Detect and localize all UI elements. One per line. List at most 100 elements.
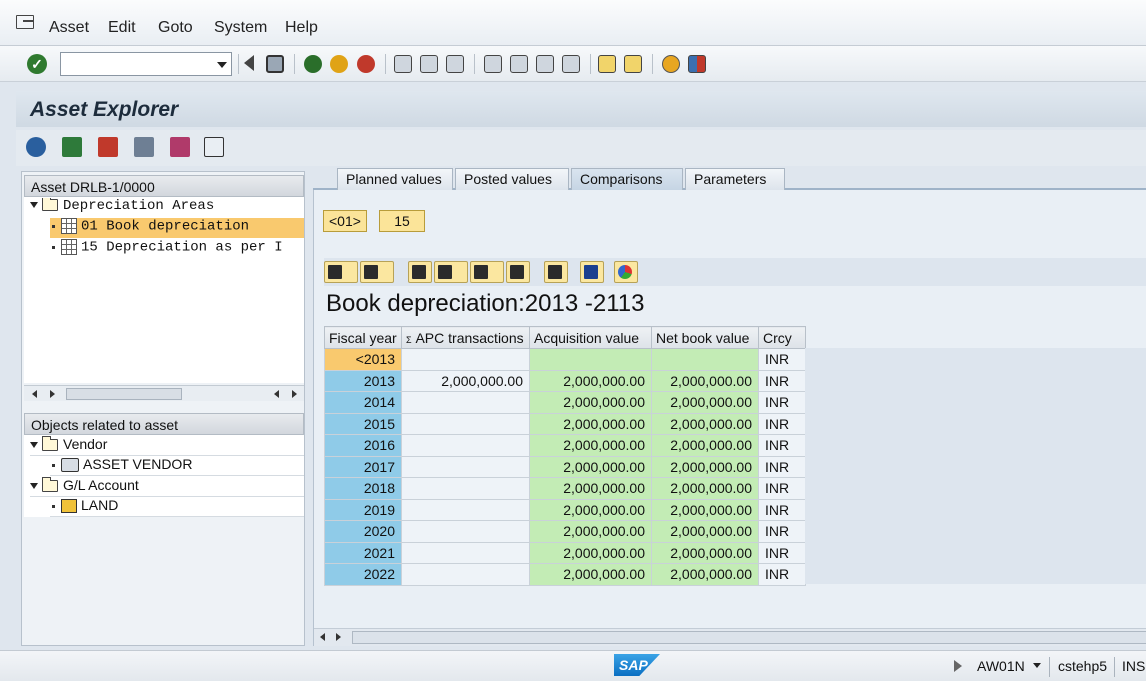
subtotal-button[interactable] <box>360 261 394 283</box>
area-button-01[interactable]: <01> <box>323 210 367 232</box>
cell-acquisition-value[interactable] <box>529 348 652 371</box>
tree-node-land[interactable]: LAND <box>50 497 304 517</box>
cell-acquisition-value[interactable]: 2,000,000.00 <box>529 391 652 414</box>
create-session-icon[interactable] <box>598 55 616 73</box>
cell-currency[interactable]: INR <box>758 541 806 564</box>
cell-net-book-value[interactable] <box>651 348 759 371</box>
table-row[interactable]: 2016 2,000,000.00 2,000,000.00 INR <box>324 434 806 457</box>
tree-node-book-depreciation[interactable]: 01 Book depreciation <box>50 218 304 238</box>
table-row[interactable]: 2020 2,000,000.00 2,000,000.00 INR <box>324 520 806 543</box>
cell-acquisition-value[interactable]: 2,000,000.00 <box>529 563 652 586</box>
save-icon[interactable] <box>266 55 284 73</box>
expand-icon[interactable] <box>30 202 38 209</box>
tree-node-gl-account[interactable]: G/L Account <box>30 477 304 497</box>
cell-apc-transactions[interactable] <box>401 477 530 500</box>
cell-apc-transactions[interactable] <box>401 563 530 586</box>
find-icon[interactable] <box>420 55 438 73</box>
table-row[interactable]: 2017 2,000,000.00 2,000,000.00 INR <box>324 455 806 478</box>
cell-acquisition-value[interactable]: 2,000,000.00 <box>529 498 652 521</box>
table-row[interactable]: 2014 2,000,000.00 2,000,000.00 INR <box>324 391 806 414</box>
menu-edit[interactable]: Edit <box>108 19 136 37</box>
cell-currency[interactable]: INR <box>758 369 806 392</box>
cell-fiscal-year[interactable]: 2014 <box>324 391 402 414</box>
status-expand-icon[interactable] <box>954 660 962 672</box>
help-icon[interactable] <box>662 55 680 73</box>
cancel-icon[interactable] <box>357 55 375 73</box>
table-row[interactable]: 2015 2,000,000.00 2,000,000.00 INR <box>324 412 806 435</box>
first-page-icon[interactable] <box>484 55 502 73</box>
column-apc-transactions[interactable]: Σ APC transactions <box>401 326 530 349</box>
layout-icon[interactable] <box>688 55 706 73</box>
refresh-icon[interactable] <box>26 137 46 157</box>
cell-fiscal-year[interactable]: 2020 <box>324 520 402 543</box>
scroll-left-icon[interactable] <box>32 390 37 398</box>
chevron-down-icon[interactable] <box>217 62 227 68</box>
enter-icon[interactable]: ✓ <box>27 54 47 74</box>
cell-apc-transactions[interactable] <box>401 455 530 478</box>
cell-net-book-value[interactable]: 2,000,000.00 <box>651 369 759 392</box>
scroll-right-icon[interactable] <box>292 390 297 398</box>
pie-chart-button[interactable] <box>614 261 638 283</box>
cell-fiscal-year[interactable]: 2016 <box>324 434 402 457</box>
menu-system[interactable]: System <box>214 19 267 37</box>
column-fiscal-year[interactable]: Fiscal year <box>324 326 402 349</box>
cell-net-book-value[interactable]: 2,000,000.00 <box>651 498 759 521</box>
cell-currency[interactable]: INR <box>758 434 806 457</box>
cell-fiscal-year[interactable]: 2021 <box>324 541 402 564</box>
scroll-thumb[interactable] <box>352 631 1146 644</box>
scroll-right-icon[interactable] <box>50 390 55 398</box>
cell-acquisition-value[interactable]: 2,000,000.00 <box>529 541 652 564</box>
info-button[interactable] <box>580 261 604 283</box>
tree-node-vendor[interactable]: Vendor <box>30 436 304 456</box>
cell-apc-transactions[interactable] <box>401 541 530 564</box>
calculation-icon[interactable] <box>98 137 118 157</box>
table-row[interactable]: 2021 2,000,000.00 2,000,000.00 INR <box>324 541 806 564</box>
sum-button[interactable] <box>324 261 358 283</box>
tab-planned-values[interactable]: Planned values <box>337 168 453 190</box>
cell-apc-transactions[interactable] <box>401 498 530 521</box>
scroll-left-icon[interactable] <box>320 633 325 641</box>
cell-currency[interactable]: INR <box>758 520 806 543</box>
table-row[interactable]: <2013 INR <box>324 348 806 371</box>
scroll-left-icon[interactable] <box>274 390 279 398</box>
layout-button[interactable] <box>506 261 530 283</box>
horizontal-scrollbar[interactable] <box>314 628 1146 646</box>
export-button[interactable] <box>470 261 504 283</box>
menu-help[interactable]: Help <box>285 19 318 37</box>
area-button-15[interactable]: 15 <box>379 210 425 232</box>
tab-parameters[interactable]: Parameters <box>685 168 785 190</box>
list-icon[interactable] <box>204 137 224 157</box>
cell-net-book-value[interactable]: 2,000,000.00 <box>651 434 759 457</box>
cell-net-book-value[interactable]: 2,000,000.00 <box>651 391 759 414</box>
cell-acquisition-value[interactable]: 2,000,000.00 <box>529 477 652 500</box>
cell-apc-transactions[interactable] <box>401 412 530 435</box>
cell-acquisition-value[interactable]: 2,000,000.00 <box>529 520 652 543</box>
back-icon[interactable] <box>304 55 322 73</box>
menu-asset[interactable]: Asset <box>49 19 89 37</box>
cell-fiscal-year[interactable]: 2022 <box>324 563 402 586</box>
table-row[interactable]: 2013 2,000,000.00 2,000,000.00 2,000,000.00… <box>324 369 806 392</box>
cell-apc-transactions[interactable] <box>401 520 530 543</box>
structure-icon[interactable] <box>134 137 154 157</box>
shortcut-icon[interactable] <box>624 55 642 73</box>
cell-fiscal-year[interactable]: 2013 <box>324 369 402 392</box>
simulation-icon[interactable] <box>170 137 190 157</box>
cell-apc-transactions[interactable]: 2,000,000.00 <box>401 369 530 392</box>
view-button[interactable] <box>434 261 468 283</box>
cell-acquisition-value[interactable]: 2,000,000.00 <box>529 369 652 392</box>
find-next-icon[interactable] <box>446 55 464 73</box>
display-icon[interactable] <box>62 137 82 157</box>
print-button[interactable] <box>408 261 432 283</box>
column-currency[interactable]: Crcy <box>758 326 806 349</box>
scroll-thumb[interactable] <box>66 388 182 400</box>
command-field[interactable] <box>60 52 232 76</box>
cell-currency[interactable]: INR <box>758 412 806 435</box>
back-arrow-icon[interactable] <box>242 55 254 71</box>
cell-currency[interactable]: INR <box>758 455 806 478</box>
tree-node-asset-vendor[interactable]: ASSET VENDOR <box>50 456 304 476</box>
exit-icon[interactable] <box>330 55 348 73</box>
cell-acquisition-value[interactable]: 2,000,000.00 <box>529 412 652 435</box>
tree-horizontal-scrollbar[interactable] <box>24 385 304 401</box>
scroll-right-icon[interactable] <box>336 633 341 641</box>
cell-currency[interactable]: INR <box>758 563 806 586</box>
